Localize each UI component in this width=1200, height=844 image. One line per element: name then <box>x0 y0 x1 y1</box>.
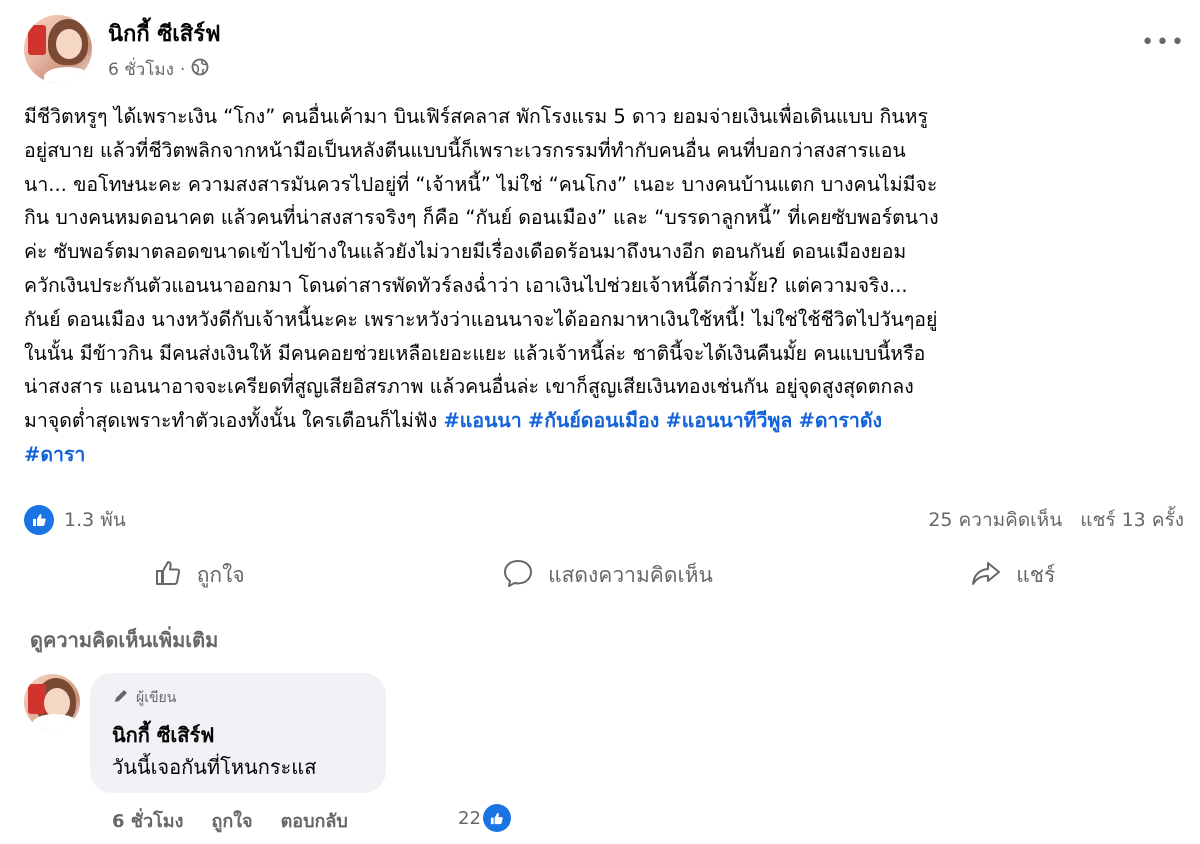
post-text: มีชีวิตหรูๆ ได้เพราะเงิน “โกง” คนอื่นเค้… <box>24 105 939 433</box>
share-label: แชร์ <box>1016 562 1056 587</box>
pencil-icon <box>112 687 130 709</box>
comment-time[interactable]: 6 ชั่วโมง <box>112 806 183 835</box>
more-options-icon[interactable]: ••• <box>1141 30 1186 55</box>
meta-separator: · <box>179 59 186 80</box>
author-name[interactable]: นิกกี้ ซีเสิร์ฟ <box>108 16 221 51</box>
share-button[interactable]: แชร์ <box>970 558 1055 593</box>
thumbs-up-icon <box>153 558 183 593</box>
hashtag-link[interactable]: #แอนนา <box>443 409 521 432</box>
comment-icon <box>502 558 534 593</box>
author-badge: ผู้เขียน <box>112 687 176 709</box>
comment-like-button[interactable]: ถูกใจ <box>211 806 252 835</box>
like-label: ถูกใจ <box>196 562 245 587</box>
hashtag-link[interactable]: #กันย์ดอนเมือง <box>528 409 659 432</box>
reaction-summary: 1.3 พัน 25 ความคิดเห็น แชร์ 13 ครั้ง <box>24 503 1184 537</box>
comment-label: แสดงความคิดเห็น <box>548 562 713 587</box>
hashtag-link[interactable]: #แอนนาทีวีพูล <box>665 409 792 432</box>
reactions[interactable]: 1.3 พัน <box>24 505 126 535</box>
share-icon <box>970 558 1002 593</box>
comment-reactions[interactable]: 22 <box>458 804 511 832</box>
comment-reaction-count: 22 <box>458 807 481 829</box>
post-meta: 6 ชั่วโมง · <box>108 56 209 83</box>
commenter-name[interactable]: นิกกี้ ซีเสิร์ฟ <box>112 719 214 751</box>
commenter-avatar[interactable] <box>24 674 80 730</box>
engagement-counts: 25 ความคิดเห็น แชร์ 13 ครั้ง <box>928 505 1184 535</box>
action-bar: ถูกใจ แสดงความคิดเห็น แชร์ <box>24 553 1184 597</box>
comment-reply-button[interactable]: ตอบกลับ <box>281 806 348 835</box>
reaction-count: 1.3 พัน <box>64 509 126 531</box>
view-more-comments[interactable]: ดูความคิดเห็นเพิ่มเติม <box>30 624 218 656</box>
like-reaction-icon <box>482 804 511 832</box>
comment-button[interactable]: แสดงความคิดเห็น <box>502 558 713 593</box>
hashtag-link[interactable]: #ดาราดัง <box>799 409 883 432</box>
author-tag-label: ผู้เขียน <box>136 690 177 706</box>
like-reaction-icon <box>24 505 54 535</box>
comment-bubble: ผู้เขียน นิกกี้ ซีเสิร์ฟ วันนี้เจอกันที่… <box>90 673 386 793</box>
hashtag-link[interactable]: #ดารา <box>24 443 85 466</box>
like-button[interactable]: ถูกใจ <box>153 558 245 593</box>
comment-text: วันนี้เจอกันที่โหนกระแส <box>112 755 317 779</box>
comment-actions: 6 ชั่วโมง ถูกใจ ตอบกลับ <box>112 806 348 835</box>
post-time[interactable]: 6 ชั่วโมง <box>108 56 174 83</box>
author-avatar[interactable] <box>24 15 92 83</box>
comments-count[interactable]: 25 ความคิดเห็น <box>928 505 1062 535</box>
globe-icon <box>191 58 209 81</box>
post-body: มีชีวิตหรูๆ ได้เพราะเงิน “โกง” คนอื่นเค้… <box>24 100 1184 472</box>
shares-count[interactable]: แชร์ 13 ครั้ง <box>1080 505 1184 535</box>
